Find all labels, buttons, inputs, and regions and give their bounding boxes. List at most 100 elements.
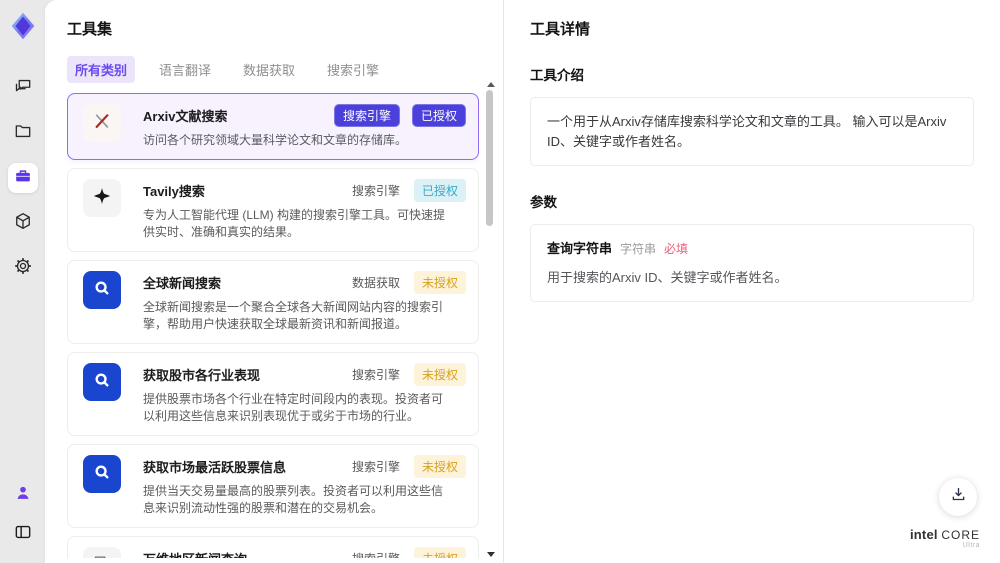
blue-search-logo-icon [91,277,113,304]
category-tabs: 所有类别 语言翻译 数据获取 搜索引擎 [67,56,503,83]
nav-collapse-panel[interactable] [8,519,38,549]
tool-details-panel: 工具详情 工具介绍 一个用于从Arxiv存储库搜索科学论文和文章的工具。 输入可… [504,0,1000,563]
tool-status-badge: 未授权 [413,363,466,386]
tool-logo [83,455,121,493]
tool-card[interactable]: 全球新闻搜索 数据获取 未授权 全球新闻搜索是一个聚合全球各大新闻网站内容的搜索… [67,260,479,344]
tool-description: 提供当天交易量最高的股票列表。投资者可以利用这些信息来识别流动性强的股票和潜在的… [143,484,444,515]
nav-chat[interactable] [8,73,38,103]
tool-card-body: 万维地区新闻查询 搜索引擎 未授权 查询具体行政区划内的新闻，快速了解各地新闻动… [143,547,466,558]
tool-name: 万维地区新闻查询 [143,547,350,558]
tool-category-badge: 搜索引擎 [333,104,400,127]
tool-logo [83,271,121,309]
content-shell: 工具集 所有类别 语言翻译 数据获取 搜索引擎 Arxiv文献搜索 搜索引擎 已授权 [45,0,1000,563]
scroll-up-arrow-icon[interactable] [487,82,495,87]
download-button[interactable] [939,478,977,516]
tool-logo [83,104,121,142]
chat-icon [13,76,33,101]
params-section-title: 参数 [530,195,557,210]
left-rail [0,0,45,563]
tool-card-body: Tavily搜索 搜索引擎 已授权 专为人工智能代理 (LLM) 构建的搜索引擎… [143,179,466,241]
tool-description: 访问各个研究领域大量科学论文和文章的存储库。 [143,133,408,147]
tool-status-badge: 未授权 [413,271,466,294]
cube-icon [13,211,33,236]
rail-bottom [8,480,38,549]
app-window: 工具集 所有类别 语言翻译 数据获取 搜索引擎 Arxiv文献搜索 搜索引擎 已授权 [0,0,1000,563]
param-required-badge: 必填 [664,242,689,256]
tool-card[interactable]: 获取股市各行业表现 搜索引擎 未授权 提供股票市场各个行业在特定时间段内的表现。… [67,352,479,436]
panel-toggle-icon [13,522,33,547]
brand-sub-text: Ultra [962,542,980,550]
rail-nav [7,73,38,283]
param-header: 查询字符串 字符串 必填 [547,239,957,259]
tool-category-badge: 搜索引擎 [351,368,400,382]
tool-list: Arxiv文献搜索 搜索引擎 已授权 访问各个研究领域大量科学论文和文章的存储库… [67,93,479,558]
page-title: 工具集 [67,21,113,38]
tool-status-badge: 已授权 [413,179,466,202]
tool-card-body: 获取市场最活跃股票信息 搜索引擎 未授权 提供当天交易量最高的股票列表。投资者可… [143,455,466,517]
tool-card[interactable]: Tavily搜索 搜索引擎 已授权 专为人工智能代理 (LLM) 构建的搜索引擎… [67,168,479,252]
brand-core-text: CORE [941,528,980,543]
gear-icon [13,256,33,281]
tool-logo [83,547,121,558]
briefcase-icon [13,166,33,191]
category-tab[interactable]: 数据获取 [235,56,303,83]
tool-badges: 搜索引擎 已授权 [333,104,466,127]
nav-files[interactable] [8,118,38,148]
tool-badges: 搜索引擎 未授权 [350,455,466,478]
tool-status-badge: 未授权 [413,547,466,558]
param-description: 用于搜索的Arxiv ID、关键字或作者姓名。 [547,269,788,285]
tavily-star-icon [91,185,113,212]
category-tab[interactable]: 搜索引擎 [319,56,387,83]
tool-card[interactable]: 获取市场最活跃股票信息 搜索引擎 未授权 提供当天交易量最高的股票列表。投资者可… [67,444,479,528]
newspaper-icon [91,553,113,558]
tool-category-badge: 数据获取 [351,276,400,290]
intro-box: 一个用于从Arxiv存储库搜索科学论文和文章的工具。 输入可以是Arxiv ID… [530,97,974,166]
blue-search-logo-icon [91,461,113,488]
tool-card-body: Arxiv文献搜索 搜索引擎 已授权 访问各个研究领域大量科学论文和文章的存储库… [143,104,466,149]
tool-list-panel: 工具集 所有类别 语言翻译 数据获取 搜索引擎 Arxiv文献搜索 搜索引擎 已授权 [45,0,504,563]
tool-name: Arxiv文献搜索 [143,109,228,124]
tool-status-badge: 未授权 [413,455,466,478]
tool-category-badge: 搜索引擎 [351,184,400,198]
tool-badges: 搜索引擎 未授权 [350,547,466,558]
list-scrollbar[interactable] [486,82,495,557]
brand-intel-text: intel [909,527,938,543]
tool-name: 全球新闻搜索 [143,276,222,291]
app-logo-icon [6,9,40,43]
arxiv-logo-icon [91,110,113,137]
tool-description: 专为人工智能代理 (LLM) 构建的搜索引擎工具。可快速提供实时、准确和真实的结… [143,208,446,239]
tool-logo [83,179,121,217]
tool-category-badge: 搜索引擎 [351,460,400,474]
tool-card-body: 获取股市各行业表现 搜索引擎 未授权 提供股票市场各个行业在特定时间段内的表现。… [143,363,466,425]
tool-card[interactable]: 万维地区新闻查询 搜索引擎 未授权 查询具体行政区划内的新闻，快速了解各地新闻动… [67,536,479,558]
scroll-down-arrow-icon[interactable] [487,552,495,557]
param-box: 查询字符串 字符串 必填 用于搜索的Arxiv ID、关键字或作者姓名。 [530,224,974,302]
param-type: 字符串 [620,242,657,256]
tool-card[interactable]: Arxiv文献搜索 搜索引擎 已授权 访问各个研究领域大量科学论文和文章的存储库… [67,93,479,160]
download-icon [949,485,968,509]
blue-search-logo-icon [91,369,113,396]
user-icon [13,483,33,508]
category-tab[interactable]: 所有类别 [67,56,136,83]
tool-name: 获取股市各行业表现 [143,368,261,383]
tool-description: 全球新闻搜索是一个聚合全球各大新闻网站内容的搜索引擎，帮助用户快速获取全球最新资… [143,300,444,331]
nav-settings[interactable] [8,253,38,283]
tool-name: 获取市场最活跃股票信息 [143,460,287,475]
tool-card-body: 全球新闻搜索 数据获取 未授权 全球新闻搜索是一个聚合全球各大新闻网站内容的搜索… [143,271,466,333]
nav-toolbox[interactable] [7,163,38,193]
intel-core-logo: intel CORE Ultra [909,527,980,550]
tool-badges: 数据获取 未授权 [350,271,466,294]
nav-account[interactable] [8,480,38,510]
param-name: 查询字符串 [547,241,613,256]
tool-name: Tavily搜索 [143,184,205,199]
intro-text: 一个用于从Arxiv存储库搜索科学论文和文章的工具。 输入可以是Arxiv ID… [547,114,947,149]
tool-logo [83,363,121,401]
category-tab[interactable]: 语言翻译 [151,56,219,83]
nav-models[interactable] [8,208,38,238]
folder-icon [13,121,33,146]
tool-status-badge: 已授权 [411,104,466,127]
scrollbar-thumb[interactable] [486,90,493,226]
tool-category-badge: 搜索引擎 [350,547,402,558]
tool-badges: 搜索引擎 未授权 [350,363,466,386]
intro-section-title: 工具介绍 [530,68,584,83]
